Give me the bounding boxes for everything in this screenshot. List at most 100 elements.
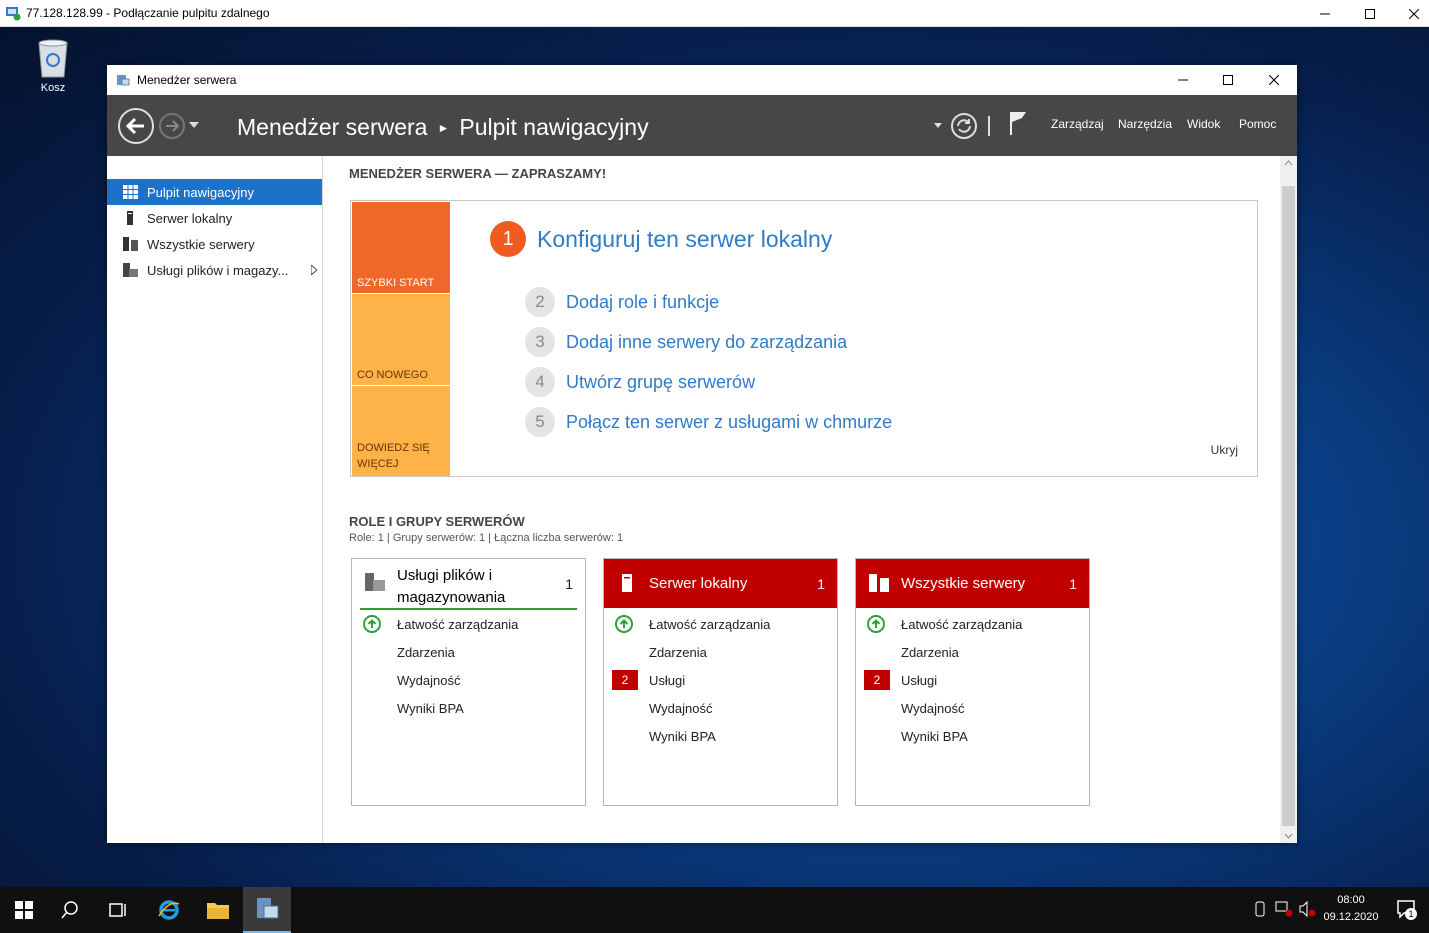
step-add-servers[interactable]: 3 Dodaj inne serwery do zarządzania [525,327,847,357]
card-row-events[interactable]: Zdarzenia [352,638,585,666]
row-label: Usługi [649,672,686,688]
card-row-performance[interactable]: Wydajność [856,694,1089,722]
rdp-minimize-button[interactable] [1302,0,1348,27]
card-row-services[interactable]: 2 Usługi [604,666,837,694]
role-card-file-storage[interactable]: Usługi plików i magazynowania 1 Łatwość … [351,558,586,806]
status-ok-icon [867,615,885,633]
internet-explorer-button[interactable] [145,887,193,933]
step-connect-cloud[interactable]: 5 Połącz ten serwer z usługami w chmurze [525,407,892,437]
start-button[interactable] [0,887,48,933]
refresh-icon[interactable] [950,112,978,140]
card-row-manageability[interactable]: Łatwość zarządzania [352,610,585,638]
card-count: 1 [1069,576,1077,592]
step-link[interactable]: Połącz ten serwer z usługami w chmurze [566,412,892,433]
tile-learn-more[interactable]: DOWIEDZ SIĘ WIĘCEJ [352,386,450,476]
menu-help[interactable]: Pomoc [1239,117,1276,131]
card-row-bpa[interactable]: Wyniki BPA [856,722,1089,750]
rdp-close-button[interactable] [1391,0,1429,27]
volume-muted-icon[interactable] [1299,901,1317,917]
clock-time: 08:00 [1337,894,1365,906]
sidebar-item-dashboard[interactable]: Pulpit nawigacyjny [107,179,322,205]
card-title: Usługi plików i [397,567,493,584]
menu-view[interactable]: Widok [1187,117,1220,131]
card-row-bpa[interactable]: Wyniki BPA [604,722,837,750]
card-row-events[interactable]: Zdarzenia [604,638,837,666]
file-storage-icon [365,573,385,591]
role-card-all-servers[interactable]: Wszystkie serwery 1 Łatwość zarządzania … [855,558,1090,806]
card-header[interactable]: Usługi plików i magazynowania 1 [352,559,585,610]
sidebar-item-local-server[interactable]: Serwer lokalny [107,205,322,231]
servers-icon [869,574,889,592]
window-close-button[interactable] [1251,65,1297,95]
window-minimize-button[interactable] [1160,65,1206,95]
step-create-group[interactable]: 4 Utwórz grupę serwerów [525,367,755,397]
header-divider [988,116,990,136]
breadcrumb-root[interactable]: Menedżer serwera [237,114,427,141]
sidebar-item-label: Wszystkie serwery [147,236,255,252]
close-icon [1409,8,1419,19]
card-row-services[interactable]: 2 Usługi [856,666,1089,694]
card-row-events[interactable]: Zdarzenia [856,638,1089,666]
sidebar-item-all-servers[interactable]: Wszystkie serwery [107,231,322,257]
step-configure-local[interactable]: 1 Konfiguruj ten serwer lokalny [490,221,832,257]
dashboard-grid-icon [123,185,138,199]
tile-whats-new[interactable]: CO NOWEGO [352,294,450,385]
network-icon[interactable] [1275,901,1293,917]
step-link[interactable]: Konfiguruj ten serwer lokalny [537,226,832,253]
row-label: Wyniki BPA [649,728,716,744]
taskbar: 08:00 09.12.2020 1 [0,887,1429,933]
step-add-roles[interactable]: 2 Dodaj role i funkcje [525,287,719,317]
rdp-maximize-button[interactable] [1347,0,1393,27]
card-row-manageability[interactable]: Łatwość zarządzania [856,610,1089,638]
step-number: 2 [525,287,555,317]
step-link[interactable]: Utwórz grupę serwerów [566,372,755,393]
internet-explorer-icon [158,900,180,920]
step-link[interactable]: Dodaj inne serwery do zarządzania [566,332,847,353]
card-row-bpa[interactable]: Wyniki BPA [352,694,585,722]
server-manager-taskbar-button[interactable] [243,887,291,933]
chevron-right-icon[interactable] [311,265,317,275]
search-button[interactable] [46,887,94,933]
forward-button[interactable] [159,113,185,139]
scroll-up-icon[interactable] [1280,156,1297,170]
scroll-thumb[interactable] [1282,186,1295,826]
step-link[interactable]: Dodaj role i funkcje [566,292,719,313]
chevron-down-icon[interactable] [189,122,199,128]
file-explorer-button[interactable] [194,887,242,933]
recycle-bin-shortcut[interactable]: Kosz [22,35,84,94]
scroll-down-icon[interactable] [1280,829,1297,843]
windows-logo-icon [15,901,33,919]
sidebar-item-label: Usługi plików i magazy... [147,262,289,278]
row-label: Łatwość zarządzania [397,616,519,632]
card-header[interactable]: Serwer lokalny 1 [604,559,837,608]
clock[interactable]: 08:00 09.12.2020 [1318,892,1384,926]
card-row-performance[interactable]: Wydajność [604,694,837,722]
vertical-scrollbar[interactable] [1280,156,1297,843]
arrow-right-icon [166,120,180,132]
flag-icon[interactable] [1008,110,1028,136]
action-center-button[interactable]: 1 [1392,897,1422,923]
back-button[interactable] [118,108,154,144]
window-maximize-button[interactable] [1205,65,1251,95]
arrow-left-icon [125,117,144,135]
card-header[interactable]: Wszystkie serwery 1 [856,559,1089,608]
task-view-button[interactable] [93,887,141,933]
maximize-icon [1223,75,1233,85]
minimize-icon [1178,79,1188,81]
step-number: 4 [525,367,555,397]
card-row-manageability[interactable]: Łatwość zarządzania [604,610,837,638]
usb-device-icon[interactable] [1254,901,1266,917]
chevron-down-icon[interactable] [934,123,942,128]
tile-quick-start[interactable]: SZYBKI START [352,202,450,293]
clock-date: 09.12.2020 [1323,911,1379,923]
menu-tools[interactable]: Narzędzia [1118,117,1172,131]
card-row-performance[interactable]: Wydajność [352,666,585,694]
step-number: 5 [525,407,555,437]
hide-link[interactable]: Ukryj [1211,443,1238,457]
role-card-local-server[interactable]: Serwer lokalny 1 Łatwość zarządzania Zda… [603,558,838,806]
row-label: Łatwość zarządzania [649,616,771,632]
menu-manage[interactable]: Zarządzaj [1051,117,1104,131]
sidebar-item-file-storage[interactable]: Usługi plików i magazy... [107,257,322,283]
card-title: Serwer lokalny [649,575,748,592]
quick-start-panel: SZYBKI START CO NOWEGO DOWIEDZ SIĘ WIĘCE… [350,200,1258,477]
